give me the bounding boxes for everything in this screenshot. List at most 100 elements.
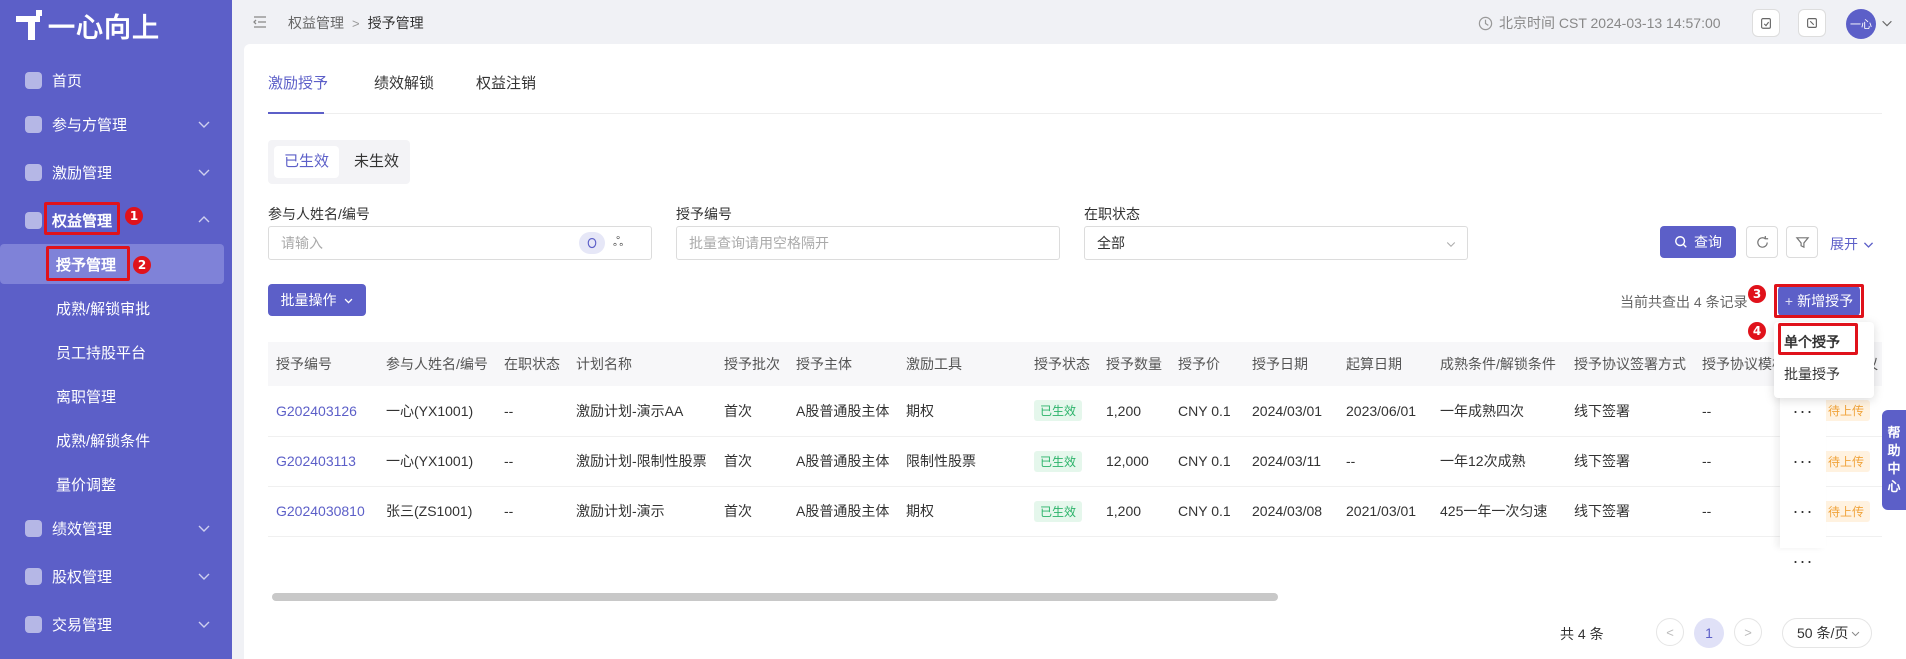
users-icon xyxy=(25,115,42,133)
app-logo[interactable]: 一心向上 xyxy=(16,8,160,44)
active-tab-indicator xyxy=(268,112,324,114)
page-number-1[interactable]: 1 xyxy=(1694,618,1724,648)
sidebar-item-label: 绩效管理 xyxy=(52,520,113,538)
sidebar-subitem-vest-conditions[interactable]: 成熟/解锁条件 xyxy=(0,420,232,460)
status-filter-value: 全部 xyxy=(1097,235,1125,251)
table-cell: 2024/03/05 xyxy=(1244,536,1338,548)
table-cell: A股普通股主体 xyxy=(788,536,898,548)
table-horizontal-scrollbar[interactable] xyxy=(272,593,1278,601)
dropdown-batch-grant[interactable]: 批量授予 xyxy=(1784,364,1840,384)
link-icon[interactable]: ஃ xyxy=(613,234,623,251)
tab-incentive-grant[interactable]: 激励授予 xyxy=(268,72,328,93)
table-row: G2024030810 张三(ZS1001) -- 激励计划-演示 首次 A股普通股主体期… xyxy=(268,486,1882,537)
batch-operation-button[interactable]: 批量操作 xyxy=(268,284,366,316)
table-cell: 激励计划-演示AA xyxy=(568,386,716,437)
status-badge: 已生效 xyxy=(1034,500,1083,522)
table-cell: 线下签署 xyxy=(1566,486,1694,537)
sidebar-item-performance[interactable]: 绩效管理 xyxy=(0,508,232,548)
pending-badge: 待上传 xyxy=(1822,400,1871,422)
status-filter-select[interactable]: 全部 xyxy=(1084,226,1468,260)
query-button[interactable]: 查询 xyxy=(1660,226,1736,258)
page-size-value: 50 条/页 xyxy=(1797,625,1849,641)
table-cell[interactable]: G202403126 xyxy=(268,386,378,437)
sidebar-item-incentive[interactable]: 激励管理 xyxy=(0,152,232,192)
sidebar-item-participants[interactable]: 参与方管理 xyxy=(0,104,232,144)
reset-button[interactable] xyxy=(1746,226,1778,258)
prev-page-button[interactable]: < xyxy=(1656,618,1684,646)
next-page-button[interactable]: > xyxy=(1734,618,1762,646)
table-body: G202403126 一心(YX1001) -- 激励计划-演示AA 首次 A股普通股主体… xyxy=(268,386,1882,548)
clock-icon xyxy=(1478,16,1493,30)
sidebar-subitem-price-adjust[interactable]: 量价调整 xyxy=(0,464,232,504)
sidebar-item-home[interactable]: 首页 xyxy=(0,60,232,100)
chevron-up-icon xyxy=(198,216,210,223)
step-badge: 1 xyxy=(125,207,143,225)
code-filter-input[interactable]: 批量查询请用空格隔开 xyxy=(676,226,1060,260)
column-header: 激励工具 xyxy=(898,342,1026,386)
expand-label: 展开 xyxy=(1830,236,1858,252)
table-cell: 期权 xyxy=(898,486,1026,537)
chevron-down-icon xyxy=(198,573,210,580)
chevron-down-icon xyxy=(198,169,210,176)
name-filter-label: 参与人姓名/编号 xyxy=(268,206,370,222)
table-cell: 2023/06/01 xyxy=(1338,536,1432,548)
segment-effective[interactable]: 已生效 xyxy=(274,146,340,178)
expand-filters-link[interactable]: 展开 xyxy=(1830,234,1875,254)
gift-icon xyxy=(25,163,42,181)
table-cell: CNY 0 xyxy=(1170,536,1244,548)
table-cell: 第二类限制性股票 xyxy=(898,536,1026,548)
fingerprint-icon[interactable] xyxy=(579,232,605,254)
breadcrumb-parent[interactable]: 权益管理 xyxy=(288,13,344,33)
pending-badge: 待上传 xyxy=(1822,450,1871,472)
menu-collapse-icon[interactable] xyxy=(252,14,268,30)
table-cell: 一年12次成熟 xyxy=(1432,536,1566,548)
chevron-down-icon xyxy=(198,121,210,128)
sidebar-subitem-vest-approval[interactable]: 成熟/解锁审批 xyxy=(0,288,232,328)
table-cell[interactable]: G2024030810 xyxy=(268,486,378,537)
table-cell[interactable]: G202403051 xyxy=(268,536,378,548)
fullscreen-button[interactable] xyxy=(1798,9,1826,37)
help-center-tab[interactable]: 帮 助 中 心 xyxy=(1882,410,1906,510)
task-button[interactable] xyxy=(1752,9,1780,37)
sidebar-item-trade[interactable]: 交易管理 xyxy=(0,604,232,644)
page-size-select[interactable]: 50 条/页 xyxy=(1782,618,1872,648)
table-cell: 线下签署 xyxy=(1566,536,1694,548)
tab-performance-unlock[interactable]: 绩效解锁 xyxy=(374,72,434,93)
name-filter-input[interactable]: 请输入 ஃ xyxy=(268,226,652,260)
search-icon xyxy=(1675,236,1687,248)
pagination-total: 共 4 条 xyxy=(1560,626,1604,642)
table-row: G202403113 一心(YX1001) -- 激励计划-限制性股票 首次 A股普通股主… xyxy=(268,436,1882,487)
segment-not-effective[interactable]: 未生效 xyxy=(344,146,409,178)
table-cell: 限制性股票 xyxy=(898,436,1026,487)
table-cell: 一年12次成熟 xyxy=(1432,436,1566,487)
step-badge: 3 xyxy=(1748,285,1766,303)
table-cell: 已生效 xyxy=(1026,436,1098,487)
help-char: 帮 xyxy=(1887,425,1901,440)
table-cell: 2024/03/01 xyxy=(1244,386,1338,437)
table-row: G202403126 一心(YX1001) -- 激励计划-演示AA 首次 A股普通股主体… xyxy=(268,386,1882,437)
sidebar-item-stock[interactable]: 股权管理 xyxy=(0,556,232,596)
sidebar-subitem-esop[interactable]: 员工持股平台 xyxy=(0,332,232,372)
table-cell: CNY 0.1 xyxy=(1170,436,1244,487)
more-actions-button[interactable]: ··· xyxy=(1780,436,1826,486)
chevron-down-icon xyxy=(198,525,210,532)
table-cell: 一心(YX1001) xyxy=(378,536,496,548)
pending-badge: 待上传 xyxy=(1822,500,1871,522)
table-cell: 激励计划-二类限 xyxy=(568,536,716,548)
chevron-down-icon[interactable] xyxy=(1880,16,1894,30)
more-actions-button[interactable]: ··· xyxy=(1780,536,1826,586)
table-cell[interactable]: G202403113 xyxy=(268,436,378,487)
table-cell: 已生效 xyxy=(1026,536,1098,548)
avatar[interactable]: 一心 xyxy=(1846,9,1876,39)
table-cell: 首次 xyxy=(716,486,788,537)
sidebar-subitem-leave[interactable]: 离职管理 xyxy=(0,376,232,416)
sidebar-item-label: 交易管理 xyxy=(52,616,113,634)
more-actions-button[interactable]: ··· xyxy=(1780,486,1826,536)
table-cell: 2024/03/08 xyxy=(1244,486,1338,537)
highlight-box xyxy=(46,246,130,281)
table-cell: 2023/06/01 xyxy=(1338,386,1432,437)
table-cell: A股普通股主体 xyxy=(788,386,898,437)
table-cell: -- xyxy=(496,436,568,487)
filter-button[interactable] xyxy=(1786,226,1818,258)
tab-equity-cancel[interactable]: 权益注销 xyxy=(476,72,536,93)
